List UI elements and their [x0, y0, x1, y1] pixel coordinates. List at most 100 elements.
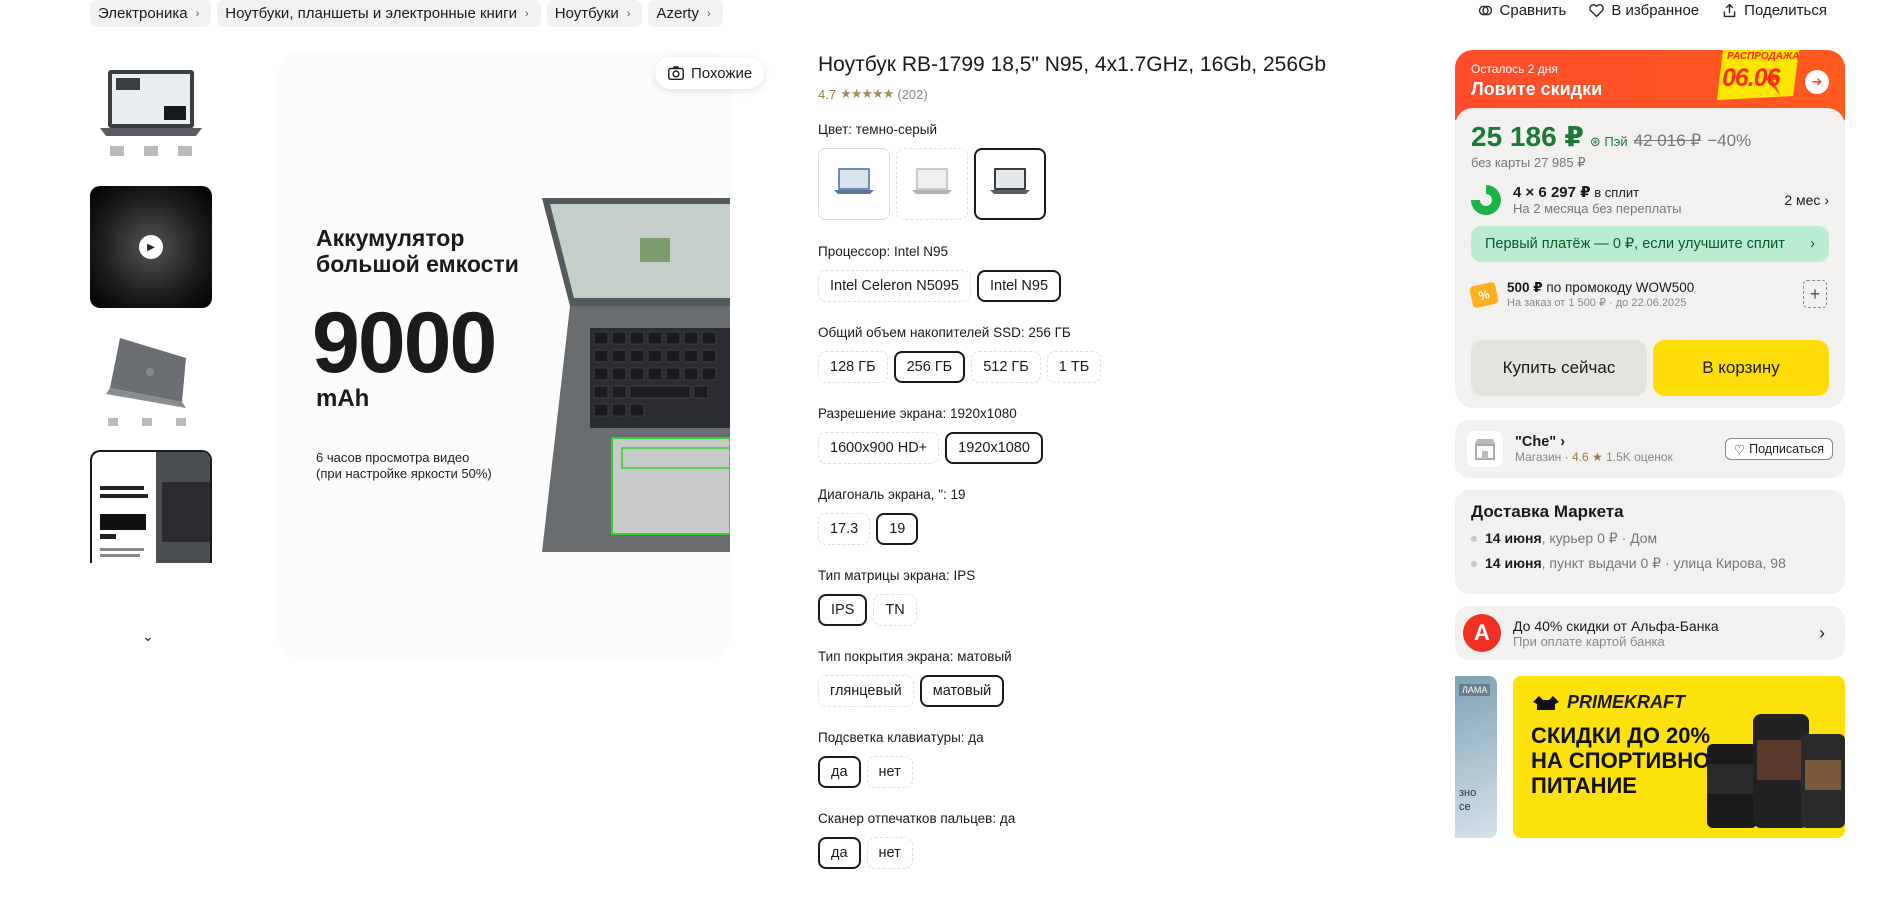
matrix-option-selected[interactable]: IPS — [818, 594, 868, 626]
price-without-card: без карты 27 985 ₽ — [1471, 155, 1586, 170]
delivery-details: , курьер 0 ₽ · Дом — [1541, 530, 1658, 546]
heart-icon — [1589, 4, 1605, 18]
delivery-text: 14 июня, пункт выдачи 0 ₽ · улица Кирова… — [1485, 555, 1786, 572]
ad-tag: ЛАМА — [1459, 684, 1491, 696]
store-icon — [1467, 431, 1503, 467]
thumbnail-laptop-back[interactable] — [90, 318, 212, 440]
ssd-option[interactable]: 128 ГБ — [818, 351, 888, 383]
cpu-options: Intel Celeron N5095 Intel N95 — [818, 270, 1062, 302]
ad-left-line-2: сe — [1459, 801, 1471, 813]
diagonal-option-selected[interactable]: 19 — [876, 513, 919, 545]
thumbnail-video[interactable]: ▶ — [90, 186, 212, 308]
fingerprint-options: да нет — [818, 837, 913, 869]
favorite-label: В избранное — [1611, 2, 1700, 19]
subscribe-label: Подписаться — [1749, 442, 1824, 456]
matrix-label: Тип матрицы экрана: IPS — [818, 568, 976, 583]
promo-conditions: На заказ от 1 500 ₽ · до 22.06.2025 — [1507, 297, 1687, 309]
promo-value: 9000 — [312, 295, 497, 391]
shop-name: "Che" — [1515, 434, 1557, 450]
backlight-option[interactable]: нет — [866, 756, 913, 788]
first-payment-banner[interactable]: Первый платёж — 0 ₽, если улучшите сплит… — [1471, 226, 1829, 262]
color-option-silver[interactable] — [896, 148, 968, 220]
split-payment[interactable]: 4 × 6 297 ₽ в сплит На 2 месяца без пере… — [1471, 183, 1829, 216]
subscribe-button[interactable]: ♡ Подписаться — [1724, 438, 1833, 460]
coating-option[interactable]: глянцевый — [818, 675, 914, 707]
bullet-icon — [1471, 535, 1477, 542]
cpu-option[interactable]: Intel Celeron N5095 — [818, 270, 971, 302]
chevron-right-icon: › — [626, 7, 631, 20]
buy-box: Осталось 2 дня Ловите скидки РАСПРОДАЖА … — [1455, 50, 1845, 408]
add-promo-icon[interactable]: + — [1803, 280, 1827, 308]
diagonal-label: Диагональ экрана, ": 19 — [818, 487, 966, 502]
fingerprint-option[interactable]: нет — [866, 837, 913, 869]
share-button[interactable]: Поделиться — [1721, 2, 1827, 19]
promo-unit: mAh — [316, 385, 370, 412]
ssd-option-selected[interactable]: 256 ГБ — [893, 351, 966, 383]
compare-button[interactable]: Сравнить — [1477, 2, 1566, 19]
chevron-right-icon: › — [1560, 434, 1566, 450]
breadcrumb-label: Azerty — [656, 5, 699, 22]
delivery-title: Доставка Маркета — [1471, 502, 1624, 521]
breadcrumb-label: Ноутбуки — [554, 5, 619, 22]
delivery-row: 14 июня, пункт выдачи 0 ₽ · улица Кирова… — [1471, 555, 1829, 572]
favorite-button[interactable]: В избранное — [1588, 2, 1699, 19]
delivery-text: 14 июня, курьер 0 ₽ · Дом — [1485, 530, 1657, 547]
thumbnail-laptop-front[interactable] — [90, 54, 212, 176]
ssd-option[interactable]: 1 ТБ — [1046, 351, 1102, 383]
pay-badge: ⊛ Пэй — [1589, 134, 1628, 149]
ssd-option[interactable]: 512 ГБ — [971, 351, 1041, 383]
color-option-dark-grey[interactable] — [974, 148, 1046, 220]
product-rating[interactable]: 4.7 ★★★★★ (202) — [818, 86, 928, 102]
ad-banner-previous[interactable]: ЛАМА зно сe — [1455, 676, 1497, 838]
add-to-cart-button[interactable]: В корзину — [1653, 340, 1829, 396]
buy-now-button[interactable]: Купить сейчас — [1471, 340, 1647, 396]
backlight-label: Подсветка клавиатуры: да — [818, 730, 984, 745]
compare-icon — [1478, 5, 1492, 16]
pay-label: Пэй — [1604, 134, 1628, 149]
ad-brand-name: PRIMEKRAFT — [1567, 692, 1685, 712]
product-main-image[interactable]: Аккумулятор большой емкости 9000 mAh 6 ч… — [278, 50, 730, 660]
similar-button[interactable]: Похожие — [655, 57, 765, 89]
promo-code-name: по промокоду WOW500 — [1542, 280, 1695, 295]
breadcrumb-item[interactable]: Azerty › — [648, 0, 723, 27]
promo-subtext: 6 часов просмотра видео (при настройке я… — [316, 450, 492, 482]
alfa-bank-logo: А — [1463, 614, 1501, 652]
play-icon: ▶ — [139, 235, 163, 259]
coating-options: глянцевый матовый — [818, 675, 1005, 707]
thumbnail-battery-promo[interactable] — [90, 450, 212, 563]
backlight-option-selected[interactable]: да — [818, 756, 861, 788]
chevron-down-icon[interactable]: ⌄ — [142, 628, 154, 645]
resolution-option-selected[interactable]: 1920x1080 — [945, 432, 1043, 464]
bullet-icon — [1471, 560, 1477, 567]
resolution-options: 1600x900 HD+ 1920x1080 — [818, 432, 1043, 464]
alfa-sub: При оплате картой банка — [1513, 633, 1665, 649]
split-term-selector[interactable]: 2 мес › — [1784, 192, 1829, 208]
price-line: 25 186 ₽ ⊛ Пэй 42 016 ₽ −40% — [1471, 120, 1829, 153]
review-count: (202) — [897, 86, 928, 102]
bull-logo-icon — [1533, 695, 1559, 710]
diagonal-option[interactable]: 17.3 — [818, 513, 871, 545]
alfa-bank-offer[interactable]: А До 40% скидки от Альфа-Банка При оплат… — [1455, 606, 1845, 660]
split-text: 4 × 6 297 ₽ в сплит На 2 месяца без пере… — [1513, 183, 1681, 216]
ad-headline: Скидки до 20% на спортивное питание — [1531, 723, 1725, 798]
coating-option-selected[interactable]: матовый — [919, 675, 1005, 707]
cpu-option-selected[interactable]: Intel N95 — [976, 270, 1062, 302]
breadcrumb-item[interactable]: Ноутбуки, планшеты и электронные книги › — [217, 0, 541, 27]
shop-info: "Che" › Магазин · 4.6 ★ 1.5K оценок — [1515, 434, 1673, 464]
breadcrumb-item[interactable]: Ноутбуки › — [546, 0, 643, 27]
arrow-right-icon[interactable]: ➜ — [1805, 70, 1829, 94]
ad-banner[interactable]: PRIMEKRAFT Скидки до 20% на спортивное п… — [1513, 676, 1845, 838]
breadcrumb-item[interactable]: Электроника › — [90, 0, 212, 27]
fingerprint-option-selected[interactable]: да — [818, 837, 861, 869]
chevron-right-icon: › — [1824, 191, 1829, 208]
chevron-right-icon: › — [1819, 622, 1825, 643]
alfa-main: До 40% скидки от Альфа-Банка — [1513, 617, 1719, 634]
color-option-blue[interactable] — [818, 148, 890, 220]
shop-card[interactable]: "Che" › Магазин · 4.6 ★ 1.5K оценок ♡ Под… — [1455, 420, 1845, 478]
color-options — [818, 148, 1046, 220]
rating-stars-icon: ★★★★★ — [840, 86, 894, 101]
matrix-option[interactable]: TN — [873, 594, 917, 626]
breadcrumb-label: Электроника — [98, 5, 188, 22]
resolution-option[interactable]: 1600x900 HD+ — [818, 432, 940, 464]
share-label: Поделиться — [1744, 2, 1827, 19]
